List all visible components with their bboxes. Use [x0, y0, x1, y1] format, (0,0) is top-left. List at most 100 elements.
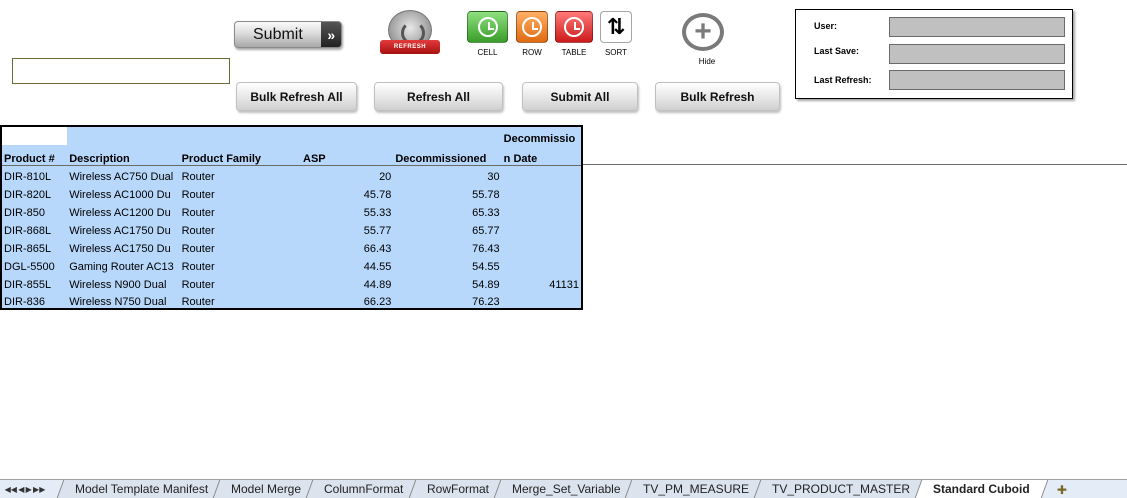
cell-caption: CELL	[477, 48, 498, 57]
table-cell[interactable]: 66.43	[301, 237, 394, 255]
table-cell[interactable]: Wireless AC1200 Du	[67, 201, 180, 219]
table-cell[interactable]	[501, 219, 582, 237]
table-row: DIR-810L Wireless AC750 Dual Router 20 30	[1, 165, 582, 183]
table-cell[interactable]: Router	[179, 291, 301, 309]
last-sheet-icon[interactable]: ▶▶	[33, 485, 45, 494]
sheet-tab[interactable]: RowFormat	[408, 480, 506, 498]
table-cell[interactable]: Router	[179, 219, 301, 237]
sheet-tab[interactable]: Standard Cuboid	[914, 480, 1049, 498]
table-cell[interactable]: Router	[179, 183, 301, 201]
last-refresh-value	[889, 70, 1065, 90]
table-cell[interactable]: 44.89	[301, 273, 394, 291]
column-header: n Date	[501, 145, 582, 166]
sheet-tab[interactable]: Model Template Manifest	[56, 480, 226, 498]
table-cell[interactable]: 76.43	[393, 237, 502, 255]
clock-refresh-icon	[564, 17, 584, 37]
prev-sheet-icon[interactable]: ◀	[18, 485, 24, 494]
sort-button[interactable]: ⇅	[600, 11, 632, 43]
table-cell[interactable]: 54.89	[393, 273, 502, 291]
table-cell[interactable]: 54.55	[393, 255, 502, 273]
table-cell[interactable]: Router	[179, 201, 301, 219]
table-cell[interactable]: Router	[179, 273, 301, 291]
sheet-tab[interactable]: Merge_Set_Variable	[493, 480, 638, 498]
table-cell[interactable]	[501, 165, 582, 183]
table-cell[interactable]	[501, 237, 582, 255]
table-cell[interactable]: DIR-865L	[1, 237, 68, 255]
table-cell[interactable]: Router	[179, 237, 301, 255]
sheet-tab[interactable]: Model Merge	[212, 480, 319, 498]
table-row: DIR-855L Wireless N900 Dual Router 44.89 54.…	[1, 273, 582, 291]
table-cell[interactable]: Wireless AC1750 Du	[67, 237, 180, 255]
table-cell[interactable]: 55.33	[301, 201, 394, 219]
table-cell[interactable]: 45.78	[301, 183, 394, 201]
hide-plus-icon[interactable]: +	[682, 13, 724, 51]
clock-refresh-icon	[477, 17, 498, 37]
refresh-logo-button[interactable]: REFRESH	[378, 8, 442, 60]
table-cell[interactable]: 20	[301, 165, 394, 183]
table-cell[interactable]: Router	[179, 165, 301, 183]
header-gridline	[580, 164, 1127, 165]
next-sheet-icon[interactable]: ▶	[26, 485, 32, 494]
sheet-tab[interactable]: ColumnFormat	[305, 480, 421, 498]
table-cell[interactable]: Wireless AC750 Dual	[67, 165, 180, 183]
sheet-tab[interactable]: TV_PRODUCT_MASTER	[753, 480, 928, 498]
table-cell[interactable]: DIR-836	[1, 291, 68, 309]
row-refresh-button[interactable]	[516, 11, 548, 43]
submit-all-button[interactable]: Submit All	[522, 82, 638, 111]
bulk-refresh-button[interactable]: Bulk Refresh	[655, 82, 780, 111]
column-header: ASP	[301, 145, 394, 166]
user-value	[889, 17, 1065, 37]
hide-caption: Hide	[698, 57, 716, 66]
last-save-value	[889, 44, 1065, 64]
cell-refresh-button[interactable]	[467, 11, 508, 43]
sheet-tab-label: ColumnFormat	[324, 482, 404, 496]
table-cell[interactable]: DIR-820L	[1, 183, 68, 201]
name-input[interactable]	[12, 58, 230, 84]
data-table: Decommissio Product # Description Produc…	[0, 125, 583, 310]
table-cell[interactable]: 30	[393, 165, 502, 183]
table-refresh-button[interactable]	[555, 11, 593, 43]
refresh-all-button[interactable]: Refresh All	[374, 82, 503, 111]
sort-caption: SORT	[604, 48, 628, 57]
refresh-ribbon: REFRESH	[380, 40, 440, 54]
table-cell[interactable]	[501, 255, 582, 273]
table-cell[interactable]: Router	[179, 255, 301, 273]
last-save-label: Last Save:	[814, 46, 860, 56]
bulk-refresh-all-button[interactable]: Bulk Refresh All	[236, 82, 357, 111]
table-cell[interactable]: 41131	[501, 273, 582, 291]
table-row: DGL-5500 Gaming Router AC13 Router 44.55 54.…	[1, 255, 582, 273]
last-refresh-label: Last Refresh:	[814, 75, 872, 85]
table-cell[interactable]: 66.23	[301, 291, 394, 309]
table-cell[interactable]: DGL-5500	[1, 255, 68, 273]
table-cell[interactable]: DIR-850	[1, 201, 68, 219]
table-cell[interactable]: 55.77	[301, 219, 394, 237]
table-cell[interactable]	[501, 183, 582, 201]
table-cell[interactable]	[501, 201, 582, 219]
table-cell[interactable]	[501, 291, 582, 309]
table-cell[interactable]: 44.55	[301, 255, 394, 273]
table-cell[interactable]: 65.33	[393, 201, 502, 219]
table-cell[interactable]: 76.23	[393, 291, 502, 309]
table-cell[interactable]: Gaming Router AC13	[67, 255, 180, 273]
table-cell[interactable]: DIR-868L	[1, 219, 68, 237]
table-cell[interactable]: Wireless N750 Dual	[67, 291, 180, 309]
table-cell[interactable]: DIR-855L	[1, 273, 68, 291]
column-header: Product #	[1, 145, 68, 166]
plus-glyph: +	[694, 15, 712, 48]
table-row: DIR-868L Wireless AC1750 Du Router 55.77 65.…	[1, 219, 582, 237]
table-row: DIR-820L Wireless AC1000 Du Router 45.78 55.…	[1, 183, 582, 201]
chevron-right-icon: »	[321, 22, 341, 47]
submit-button[interactable]: Submit »	[234, 21, 342, 48]
table-cell[interactable]: 65.77	[393, 219, 502, 237]
table-row: DIR-836 Wireless N750 Dual Router 66.23 76.2…	[1, 291, 582, 309]
sheet-tab-label: Model Merge	[231, 482, 302, 496]
clock-refresh-icon	[522, 17, 542, 37]
table-cell[interactable]: DIR-810L	[1, 165, 68, 183]
table-cell[interactable]: 55.78	[393, 183, 502, 201]
insert-sheet-icon[interactable]: ✚	[1051, 482, 1073, 498]
sheet-tab[interactable]: TV_PM_MEASURE	[624, 480, 767, 498]
table-cell[interactable]: Wireless AC1000 Du	[67, 183, 180, 201]
table-cell[interactable]: Wireless AC1750 Du	[67, 219, 180, 237]
first-sheet-icon[interactable]: ◀◀	[5, 485, 17, 494]
table-cell[interactable]: Wireless N900 Dual	[67, 273, 180, 291]
